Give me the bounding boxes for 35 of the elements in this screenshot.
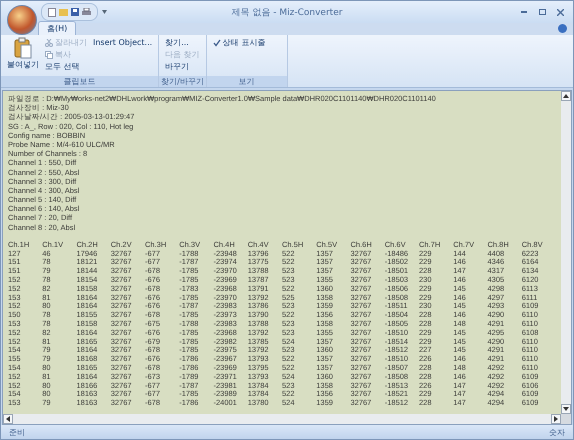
- save-icon[interactable]: [71, 8, 79, 16]
- vertical-scrollbar[interactable]: [561, 91, 571, 414]
- horizontal-scrollbar[interactable]: [3, 414, 561, 424]
- scroll-up-button[interactable]: [561, 91, 571, 101]
- close-button[interactable]: [555, 7, 565, 17]
- group-label: 찾기/바꾸기: [159, 76, 206, 87]
- new-file-icon[interactable]: [48, 8, 56, 16]
- group-label: 클립보드: [1, 76, 158, 87]
- scroll-down-button[interactable]: [561, 404, 571, 414]
- close-icon: [556, 8, 564, 16]
- ribbon-tab[interactable]: 홈(H): [38, 21, 76, 35]
- status-indicator: 숫자: [549, 426, 565, 438]
- minimize-icon: [521, 11, 527, 13]
- status-bar-checkbox[interactable]: 상태 표시줄: [212, 37, 266, 48]
- maximize-button[interactable]: [537, 7, 547, 17]
- printer-icon[interactable]: [82, 8, 91, 16]
- copy-icon: [45, 50, 53, 58]
- clipboard-icon: [13, 37, 33, 59]
- status-text: 준비: [9, 426, 25, 438]
- dropdown-icon[interactable]: [102, 10, 107, 14]
- scroll-right-button[interactable]: [551, 414, 561, 424]
- check-icon: [212, 38, 221, 46]
- group-label: 보기: [206, 76, 287, 87]
- app-menu-button[interactable]: [7, 5, 37, 35]
- scrollbar-corner: [561, 414, 571, 424]
- ribbon-item[interactable]: 찾기...: [165, 37, 200, 48]
- help-icon[interactable]: [558, 24, 567, 33]
- ribbon-item[interactable]: Insert Object...: [93, 37, 152, 48]
- scissors-icon: [45, 38, 53, 46]
- window-title: 제목 없음 - Miz-Converter: [232, 6, 342, 18]
- maximize-icon: [538, 9, 546, 15]
- ribbon-item[interactable]: 바꾸기: [165, 61, 200, 72]
- ribbon-item[interactable]: 모두 선택: [45, 61, 152, 72]
- paste-button[interactable]: 붙여넣기: [7, 37, 39, 76]
- scroll-left-button[interactable]: [3, 414, 13, 424]
